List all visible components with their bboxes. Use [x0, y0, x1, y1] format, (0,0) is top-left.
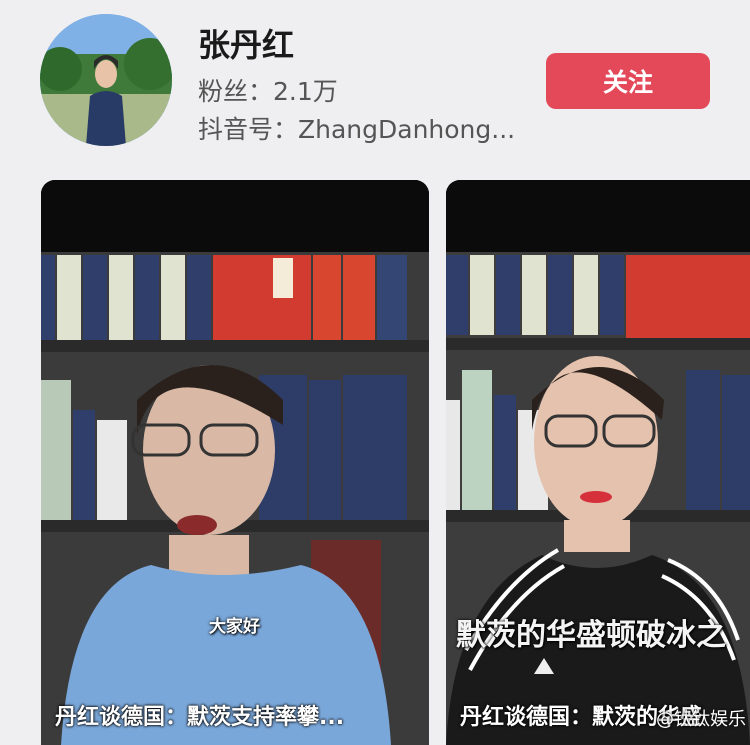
- follow-button[interactable]: 关注: [546, 53, 710, 109]
- fans-count: 粉丝：2.1万: [198, 77, 338, 106]
- video-thumbnail: [446, 180, 750, 745]
- avatar[interactable]: [40, 14, 172, 146]
- video-subtitle: 大家好: [209, 617, 260, 637]
- video-card[interactable]: 默茨的华盛顿破冰之 丹红谈德国：默茨的华盛 @钛钛娱乐: [446, 180, 750, 745]
- video-caption: 丹红谈德国：默茨支持率攀...: [55, 705, 345, 730]
- profile-header: 张丹红 粉丝：2.1万 抖音号：ZhangDanhong... 关注: [0, 0, 750, 175]
- video-thumbnail: [41, 180, 429, 745]
- video-card[interactable]: 大家好 丹红谈德国：默茨支持率攀...: [41, 180, 429, 745]
- video-subtitle: 默茨的华盛顿破冰之: [456, 618, 726, 653]
- douyin-id: 抖音号：ZhangDanhong...: [198, 115, 516, 144]
- profile-name: 张丹红: [198, 26, 295, 64]
- watermark: @钛钛娱乐: [656, 709, 746, 730]
